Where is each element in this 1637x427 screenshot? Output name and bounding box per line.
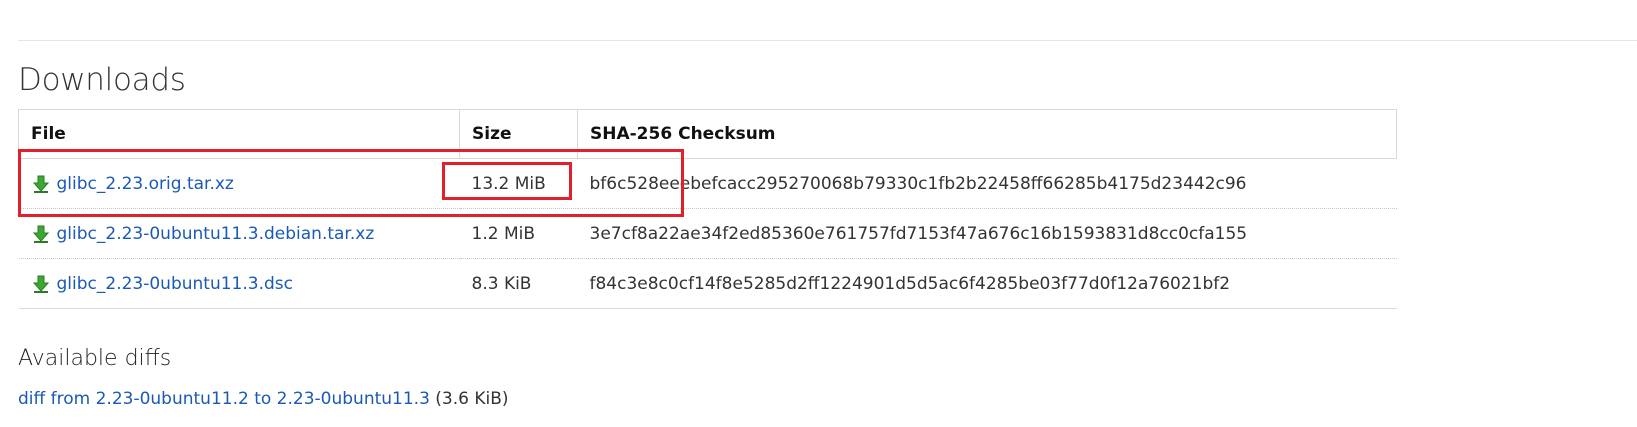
download-arrow-icon[interactable] bbox=[31, 274, 51, 294]
file-size: 1.2 MiB bbox=[459, 208, 578, 259]
file-cell: glibc_2.23.orig.tar.xz bbox=[18, 158, 460, 209]
file-checksum: f84c3e8c0cf14f8e5285d2ff1224901d5d5ac6f4… bbox=[577, 258, 1397, 309]
diff-link[interactable]: diff from 2.23-0ubuntu11.2 to 2.23-0ubun… bbox=[18, 389, 430, 409]
file-download-link[interactable]: glibc_2.23-0ubuntu11.3.dsc bbox=[57, 274, 293, 294]
diff-size: (3.6 KiB) bbox=[435, 389, 509, 409]
table-row: glibc_2.23-0ubuntu11.3.dsc 8.3 KiB f84c3… bbox=[18, 258, 1397, 309]
file-size: 13.2 MiB bbox=[459, 158, 578, 209]
file-cell: glibc_2.23-0ubuntu11.3.debian.tar.xz bbox=[18, 208, 460, 259]
checksum-column-header: SHA-256 Checksum bbox=[577, 109, 1397, 159]
downloads-heading: Downloads bbox=[18, 62, 186, 98]
available-diffs-heading: Available diffs bbox=[18, 346, 172, 371]
file-checksum: bf6c528eeebefcacc295270068b79330c1fb2b22… bbox=[577, 158, 1397, 209]
diff-entry: diff from 2.23-0ubuntu11.2 to 2.23-0ubun… bbox=[18, 387, 509, 411]
download-arrow-icon[interactable] bbox=[31, 174, 51, 194]
downloads-table: File Size SHA-256 Checksum glibc_2.23.or… bbox=[18, 109, 1397, 309]
file-checksum: 3e7cf8a22ae34f2ed85360e761757fd7153f47a6… bbox=[577, 208, 1397, 259]
size-column-header: Size bbox=[459, 109, 578, 159]
file-cell: glibc_2.23-0ubuntu11.3.dsc bbox=[18, 258, 460, 309]
table-header-row: File Size SHA-256 Checksum bbox=[18, 109, 1397, 159]
file-download-link[interactable]: glibc_2.23-0ubuntu11.3.debian.tar.xz bbox=[57, 224, 375, 244]
table-row: glibc_2.23-0ubuntu11.3.debian.tar.xz 1.2… bbox=[18, 208, 1397, 259]
top-divider bbox=[18, 40, 1637, 41]
download-arrow-icon[interactable] bbox=[31, 224, 51, 244]
file-column-header: File bbox=[18, 109, 460, 159]
file-download-link[interactable]: glibc_2.23.orig.tar.xz bbox=[57, 174, 234, 194]
file-size: 8.3 KiB bbox=[459, 258, 578, 309]
table-row: glibc_2.23.orig.tar.xz 13.2 MiB bf6c528e… bbox=[18, 158, 1397, 209]
